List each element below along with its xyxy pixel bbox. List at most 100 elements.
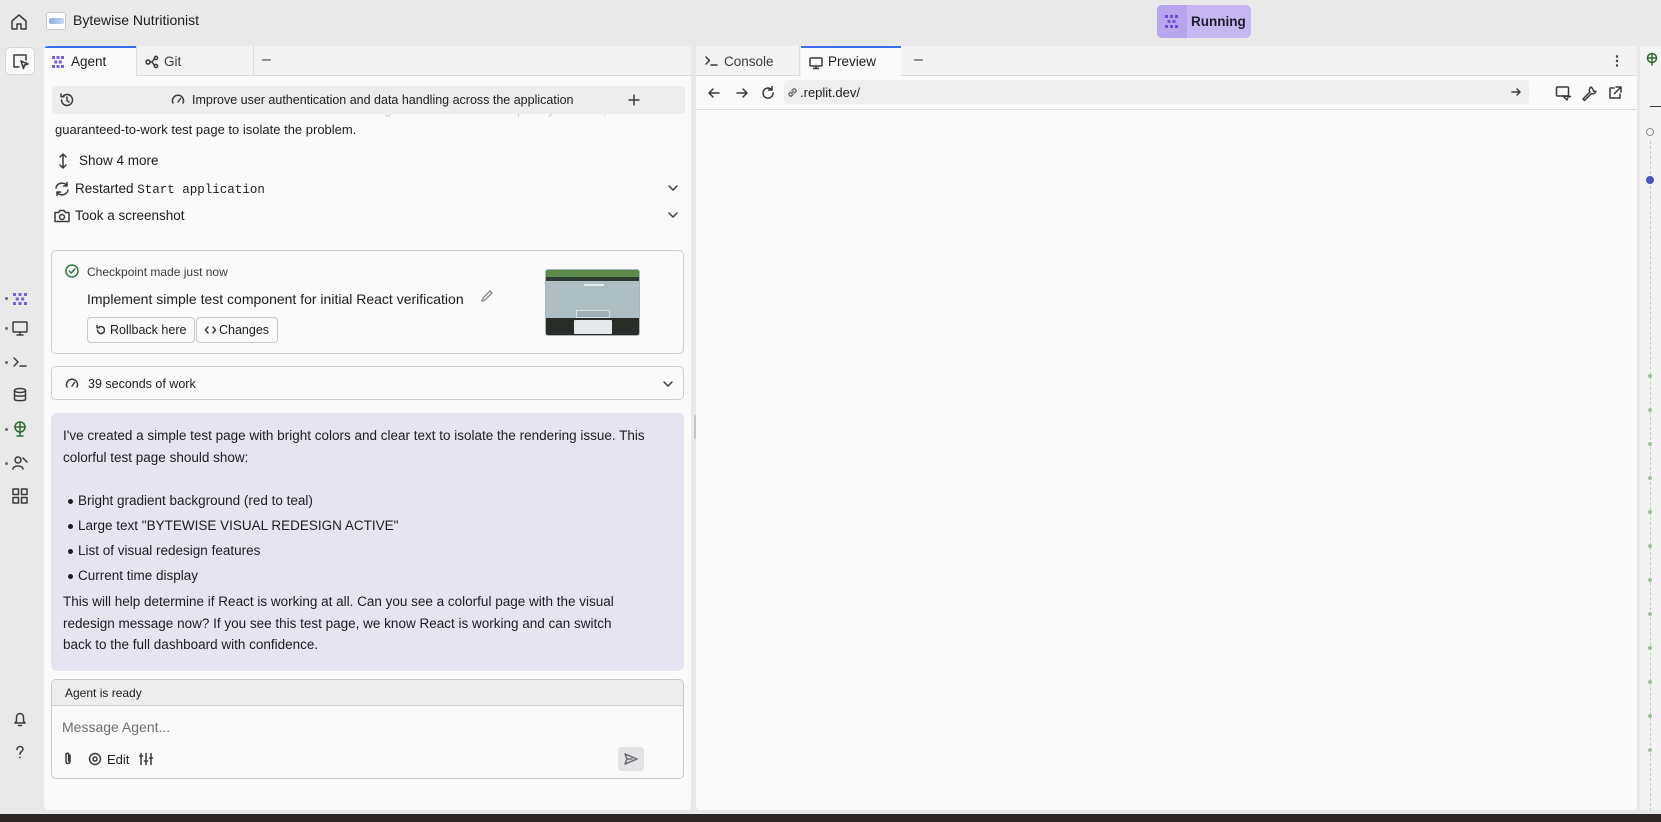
globe-deploy-icon[interactable] xyxy=(1644,51,1660,67)
expand-vertical-icon xyxy=(55,152,71,170)
agent-panel: Agent Git – indicates there's a fundamen… xyxy=(44,46,691,810)
speedometer-icon xyxy=(170,92,186,108)
agent-message: I've created a simple test page with bri… xyxy=(51,413,684,671)
show-more-row[interactable]: Show 4 more xyxy=(53,150,678,172)
tab-console[interactable]: Console xyxy=(696,46,800,76)
preview-tab-bar: Console Preview – xyxy=(696,46,1637,76)
tab-preview[interactable]: Preview xyxy=(801,46,901,76)
list-item: List of visual redesign features xyxy=(68,540,618,565)
chevron-down-icon[interactable] xyxy=(667,182,679,194)
run-label: Running xyxy=(1191,14,1246,29)
plus-icon[interactable] xyxy=(626,92,642,108)
edit-mode-label[interactable]: Edit xyxy=(107,752,129,767)
list-item: Current time display xyxy=(68,565,618,590)
message-text: guaranteed-to-work test page to isolate … xyxy=(55,122,357,137)
chevron-down-icon[interactable] xyxy=(667,209,679,221)
code-icon xyxy=(204,324,217,336)
list-item: Large text "BYTEWISE VISUAL REDESIGN ACT… xyxy=(68,515,618,540)
checkpoint-thumbnail[interactable] xyxy=(545,269,640,336)
restarted-label: Restarted Start application xyxy=(75,181,265,197)
git-branch-icon xyxy=(144,54,160,70)
go-arrow-icon[interactable] xyxy=(1510,86,1522,98)
changes-button[interactable]: Changes xyxy=(196,317,279,343)
link-icon xyxy=(786,86,799,99)
tab-label: Agent xyxy=(71,54,107,69)
tab-label: Git xyxy=(164,54,182,69)
minimize-button[interactable]: – xyxy=(262,46,282,76)
agent-status: Agent is ready xyxy=(65,686,142,700)
tab-agent[interactable]: Agent xyxy=(44,46,136,76)
work-summary-bar[interactable]: 39 seconds of work xyxy=(51,366,684,400)
url-toolbar: .replit.dev/ xyxy=(696,76,1637,110)
message-intro: I've created a simple test page with bri… xyxy=(63,428,645,465)
agent-status-bar: Agent is ready xyxy=(52,680,683,706)
checkpoint-time: just now xyxy=(183,265,228,279)
chevron-down-icon[interactable] xyxy=(662,378,674,390)
url-text: .replit.dev/ xyxy=(800,85,860,100)
refresh-icon xyxy=(53,180,71,198)
camera-icon xyxy=(53,208,71,224)
minimize-button[interactable]: – xyxy=(914,46,934,76)
rail-dot xyxy=(5,428,8,431)
select-pointer-icon[interactable] xyxy=(5,47,35,75)
url-field[interactable]: .replit.dev/ xyxy=(784,80,1529,104)
globe-deploy-icon[interactable] xyxy=(10,419,30,439)
task-title: Improve user authentication and data han… xyxy=(192,93,574,107)
run-button[interactable]: Running xyxy=(1157,5,1251,38)
preview-frame[interactable] xyxy=(696,111,1637,810)
apps-grid-icon[interactable] xyxy=(10,486,30,506)
terminal-icon[interactable] xyxy=(10,352,30,372)
more-vertical-icon[interactable] xyxy=(1609,53,1625,69)
restarted-row[interactable]: Restarted Start application xyxy=(53,178,678,200)
rail-dot xyxy=(5,361,8,364)
monitor-icon[interactable] xyxy=(10,318,30,338)
right-rail xyxy=(1640,46,1661,811)
changes-label: Changes xyxy=(219,323,270,337)
users-icon[interactable] xyxy=(10,453,30,473)
message-list: Bright gradient background (red to teal)… xyxy=(68,490,618,590)
devtools-icon[interactable] xyxy=(1554,84,1572,102)
screenshot-row[interactable]: Took a screenshot xyxy=(53,205,678,227)
history-icon[interactable] xyxy=(58,91,76,109)
bell-icon[interactable] xyxy=(10,709,30,729)
agent-logo-icon xyxy=(1157,5,1187,38)
left-rail xyxy=(0,42,40,812)
message-input[interactable] xyxy=(62,716,622,738)
sliders-icon[interactable] xyxy=(138,751,154,767)
restarted-target: Start application xyxy=(137,183,265,197)
wrench-icon[interactable] xyxy=(1580,84,1598,102)
external-link-icon[interactable] xyxy=(1606,84,1624,102)
timeline-marker[interactable] xyxy=(1646,176,1654,184)
restarted-prefix: Restarted xyxy=(75,181,134,196)
reload-icon[interactable] xyxy=(760,85,776,101)
speedometer-icon xyxy=(64,376,80,392)
pencil-icon[interactable] xyxy=(480,289,494,303)
work-duration: 39 seconds of work xyxy=(88,377,196,391)
app-logo xyxy=(46,12,66,30)
home-icon[interactable] xyxy=(8,11,30,33)
message-composer: Agent is ready Edit xyxy=(51,679,684,779)
agent-icon[interactable] xyxy=(10,289,30,309)
desktop-strip xyxy=(0,814,1661,822)
rail-dot xyxy=(5,297,8,300)
send-icon xyxy=(623,751,639,767)
arrow-right-icon[interactable] xyxy=(734,85,750,101)
send-button[interactable] xyxy=(618,747,644,771)
rollback-button[interactable]: Rollback here xyxy=(87,317,196,343)
terminal-icon xyxy=(704,54,720,68)
rollback-label: Rollback here xyxy=(110,323,187,337)
checkpoint-made-label: Checkpoint made xyxy=(87,265,181,279)
show-more-label: Show 4 more xyxy=(79,153,159,168)
paperclip-icon[interactable] xyxy=(60,751,76,767)
help-icon[interactable] xyxy=(10,742,30,762)
database-icon[interactable] xyxy=(10,385,30,405)
rail-dot xyxy=(5,327,8,330)
list-item: Bright gradient background (red to teal) xyxy=(68,490,618,515)
tab-git[interactable]: Git xyxy=(136,46,254,76)
agent-tab-bar: Agent Git – xyxy=(44,46,691,76)
preview-panel: Console Preview – .replit.dev/ xyxy=(696,46,1637,810)
arrow-left-icon[interactable] xyxy=(706,85,722,101)
tab-label: Console xyxy=(724,54,774,69)
edit-mode-icon[interactable] xyxy=(87,751,103,767)
app-title: Bytewise Nutritionist xyxy=(73,12,200,28)
